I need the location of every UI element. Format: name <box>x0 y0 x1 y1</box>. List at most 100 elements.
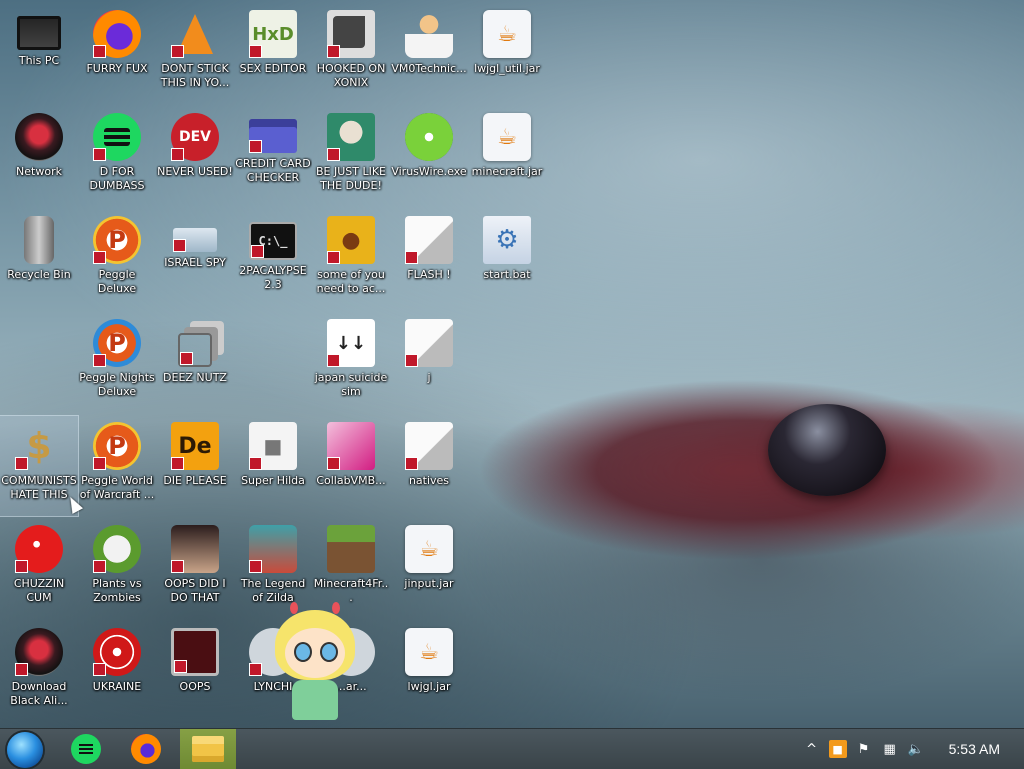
network-icon[interactable]: ▦ <box>881 740 899 758</box>
icon-label: CHUZZIN CUM <box>13 577 65 604</box>
icon-label: some of you need to ac... <box>316 268 386 295</box>
icon-label: OOPS <box>179 680 211 693</box>
java-icon: ☕ <box>405 525 453 573</box>
taskbar-app-file-explorer[interactable] <box>180 729 236 769</box>
desktop-icon-chuzzin[interactable]: CHUZZIN CUM <box>0 519 78 619</box>
desktop-icon-israel-spy[interactable]: ISRAEL SPY <box>156 210 234 310</box>
desktop-icon-this-pc[interactable]: This PC <box>0 4 78 104</box>
icon-label: Download Black Ali... <box>10 680 68 707</box>
desktop-icon-pvz[interactable]: Plants vs Zombies <box>78 519 156 619</box>
icon-label: start.bat <box>483 268 531 281</box>
desktop[interactable]: This PC Network Recycle Bin $ COMMUNISTS… <box>0 0 1024 728</box>
desktop-icon-die-please[interactable]: De DIE PLEASE <box>156 416 234 516</box>
desktop-icon-peggle-nights[interactable]: P Peggle Nights Deluxe <box>78 313 156 413</box>
shortcut-arrow-icon <box>327 354 340 367</box>
stacked-windows-icon <box>178 333 212 367</box>
desktop-icon-download-black[interactable]: Download Black Ali... <box>0 622 78 722</box>
icon-label: CollabVMB... <box>316 474 386 487</box>
desktop-icon-deez-nutz[interactable]: DEEZ NUTZ <box>156 313 234 413</box>
desktop-icon-minecraft-jar[interactable]: ☕ minecraft.jar <box>468 107 546 207</box>
desktop-icon-never-used[interactable]: DEV NEVER USED! <box>156 107 234 207</box>
desktop-icon-lwjgl-jar[interactable]: ☕ lwjgl.jar <box>390 622 468 722</box>
credit-card-icon <box>249 119 297 153</box>
icon-label: VM0Technic... <box>391 62 467 75</box>
desktop-icon-2pacalypse[interactable]: C:\_ 2PACALYPSE 2.3 <box>234 210 312 310</box>
file-icon <box>405 422 453 470</box>
start-orb-icon[interactable] <box>7 732 43 768</box>
desktop-icon-japan-sim[interactable]: ↓↓ japan suicide sim <box>312 313 390 413</box>
desktop-icon-credit-card[interactable]: CREDIT CARD CHECKER <box>234 107 312 207</box>
shortcut-arrow-icon <box>249 457 262 470</box>
spotify-icon <box>71 734 101 764</box>
desktop-icon-start-bat[interactable]: ⚙ start.bat <box>468 210 546 310</box>
shortcut-arrow-icon <box>171 45 184 58</box>
icon-label: NEVER USED! <box>157 165 233 178</box>
die-icon: De <box>171 422 219 470</box>
icon-label: D FOR DUMBASS <box>89 165 145 192</box>
desktop-icon-collabvm[interactable]: CollabVMB... <box>312 416 390 516</box>
icon-label: lwjgl.jar <box>407 680 451 693</box>
clock[interactable]: 5:53 AM <box>949 741 1000 757</box>
java-icon: ☕ <box>483 113 531 161</box>
oops-app-icon <box>171 628 219 676</box>
desktop-icon-peggle-wow[interactable]: P Peggle World of Warcraft ... <box>78 416 156 516</box>
desktop-icon-xonix[interactable]: HOOKED ON XONIX <box>312 4 390 104</box>
taskbar-app-spotify[interactable] <box>58 729 114 769</box>
file-icon <box>405 319 453 367</box>
desktop-icon-oops-did-i[interactable]: OOPS DID I DO THAT <box>156 519 234 619</box>
peggle-icon: P <box>93 422 141 470</box>
speaker-icon[interactable]: 🔈 <box>907 740 925 758</box>
desktop-icon-d-for[interactable]: D FOR DUMBASS <box>78 107 156 207</box>
desktop-icon-jinput-jar[interactable]: ☕ jinput.jar <box>390 519 468 619</box>
icon-label: OOPS DID I DO THAT <box>164 577 226 604</box>
icon-label: This PC <box>18 54 60 67</box>
desktop-icon-ukraine[interactable]: UKRAINE <box>78 622 156 722</box>
firefox-icon <box>93 10 141 58</box>
desktop-icon-furry-fux[interactable]: FURRY FUX <box>78 4 156 104</box>
desktop-icon-recycle-bin[interactable]: Recycle Bin <box>0 210 78 310</box>
desktop-icon-lwjgl-util-jar[interactable]: ☕ lwjgl_util.jar <box>468 4 546 104</box>
desktop-icon-j[interactable]: j <box>390 313 468 413</box>
desktop-icon-natives[interactable]: natives <box>390 416 468 516</box>
desktop-icon-dont-stick[interactable]: DONT STICK THIS IN YO... <box>156 4 234 104</box>
firefox-icon <box>131 734 161 764</box>
limewire-icon <box>405 113 453 161</box>
desktop-icon-vm0technic[interactable]: VM0Technic... <box>390 4 468 104</box>
shortcut-arrow-icon <box>249 140 262 153</box>
icon-label: HOOKED ON XONIX <box>316 62 386 89</box>
system-tray: ^ ■ ⚑ ▦ 🔈 5:53 AM <box>803 729 1024 769</box>
zelda-icon <box>249 525 297 573</box>
desktop-icon-some-of-you[interactable]: ● some of you need to ac... <box>312 210 390 310</box>
desktop-icon-be-just-like[interactable]: BE JUST LIKE THE DUDE! <box>312 107 390 207</box>
hxd-editor-icon: HxD <box>249 10 297 58</box>
icon-label: Network <box>16 165 62 178</box>
dog-icon: ● <box>327 216 375 264</box>
desktop-icon-oops[interactable]: OOPS <box>156 622 234 722</box>
shortcut-arrow-icon <box>405 457 418 470</box>
icon-label: jinput.jar <box>404 577 454 590</box>
shortcut-arrow-icon <box>405 354 418 367</box>
tray-chevron-icon[interactable]: ^ <box>803 740 821 758</box>
taskbar-app-firefox[interactable] <box>118 729 174 769</box>
recycle-bin-icon <box>24 216 54 264</box>
file-icon <box>405 216 453 264</box>
desktop-icon-sex-editor[interactable]: HxD SEX EDITOR <box>234 4 312 104</box>
radiation-icon <box>93 628 141 676</box>
desktop-icon-peggle-deluxe[interactable]: P Peggle Deluxe <box>78 210 156 310</box>
orange-app-icon[interactable]: ■ <box>828 740 847 758</box>
flag-icon[interactable]: ⚑ <box>855 740 873 758</box>
desktop-icon-flash[interactable]: FLASH ! <box>390 210 468 310</box>
icon-label: japan suicide sim <box>314 371 388 398</box>
desktop-icon-viruswire[interactable]: VirusWire.exe <box>390 107 468 207</box>
santa-game-icon <box>327 113 375 161</box>
desktop-icon-network[interactable]: Network <box>0 107 78 207</box>
shortcut-arrow-icon <box>171 560 184 573</box>
desktop-icon-super-hilda[interactable]: ■ Super Hilda <box>234 416 312 516</box>
icon-label: Peggle Deluxe <box>97 268 137 295</box>
shortcut-arrow-icon <box>171 148 184 161</box>
shortcut-arrow-icon <box>93 457 106 470</box>
shortcut-arrow-icon <box>327 45 340 58</box>
shortcut-arrow-icon <box>249 560 262 573</box>
icon-label: UKRAINE <box>92 680 142 693</box>
icon-label: Peggle Nights Deluxe <box>79 371 155 398</box>
